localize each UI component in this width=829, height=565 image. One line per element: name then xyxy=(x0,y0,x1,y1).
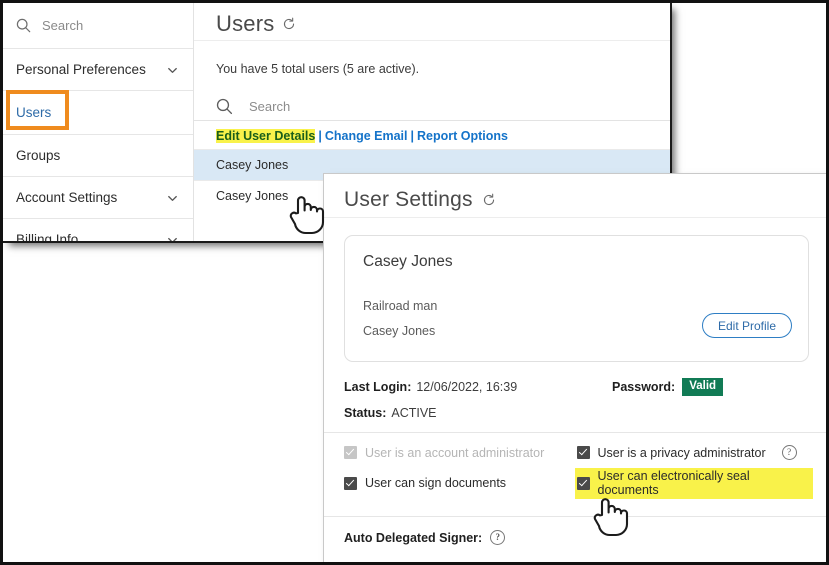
chevron-down-icon xyxy=(166,233,179,243)
screenshot-root: Search Personal Preferences Users Groups… xyxy=(0,0,829,565)
sidebar-search[interactable]: Search xyxy=(2,2,193,49)
help-circle-icon[interactable]: ? xyxy=(782,445,797,460)
chevron-down-icon xyxy=(166,191,179,204)
users-search-placeholder: Search xyxy=(249,99,290,114)
sidebar-item-groups[interactable]: Groups xyxy=(2,135,193,177)
permission-row: User can sign documents User can electro… xyxy=(344,469,809,497)
permission-account-administrator: User is an account administrator xyxy=(344,445,577,460)
sidebar-nav: Search Personal Preferences Users Groups… xyxy=(2,2,194,243)
checkbox-account-administrator xyxy=(344,446,357,459)
sidebar-item-label: Billing Info xyxy=(16,232,78,243)
checkbox-sign-documents[interactable] xyxy=(344,477,357,490)
permission-row: User is an account administrator User is… xyxy=(344,445,809,460)
permission-label: User is an account administrator xyxy=(365,446,544,460)
last-login-row: Last Login: 12/06/2022, 16:39 Password: … xyxy=(344,380,809,394)
permission-label: User can sign documents xyxy=(365,476,506,490)
chevron-down-icon xyxy=(166,63,179,76)
page-title: Users xyxy=(216,11,274,37)
status-label: Status: xyxy=(344,406,386,420)
user-settings-header: User Settings xyxy=(324,174,829,218)
search-icon xyxy=(216,98,233,115)
user-row-name: Casey Jones xyxy=(216,158,288,172)
permissions-block: User is an account administrator User is… xyxy=(324,432,829,516)
profile-role: Railroad man xyxy=(363,299,437,313)
toolbar-separator-1: | xyxy=(315,129,325,143)
password-group: Password: Valid xyxy=(612,378,723,396)
auto-delegated-signer-label: Auto Delegated Signer: xyxy=(344,531,482,545)
status-value: ACTIVE xyxy=(386,406,436,420)
sidebar-item-users[interactable]: Users xyxy=(2,91,193,135)
help-circle-icon[interactable]: ? xyxy=(490,530,505,545)
sidebar-item-billing-info[interactable]: Billing Info xyxy=(2,219,193,243)
sidebar-search-placeholder: Search xyxy=(42,18,83,33)
search-icon xyxy=(16,18,31,33)
user-meta-block: Last Login: 12/06/2022, 16:39 Password: … xyxy=(324,362,829,420)
sidebar-item-label: Groups xyxy=(16,148,60,163)
last-login-value: 12/06/2022, 16:39 xyxy=(411,380,517,394)
profile-subname: Casey Jones xyxy=(363,324,435,338)
permission-privacy-administrator[interactable]: User is a privacy administrator ? xyxy=(577,445,810,460)
sidebar-item-label: Account Settings xyxy=(16,190,117,205)
toolbar-separator-2: | xyxy=(408,129,418,143)
users-search-field[interactable]: Search xyxy=(194,76,670,120)
permission-label: User can electronically seal documents xyxy=(598,469,810,497)
user-settings-window: User Settings Casey Jones Railroad man C… xyxy=(323,173,829,565)
permission-sign-documents[interactable]: User can sign documents xyxy=(344,469,577,497)
users-action-toolbar: Edit User Details|Change Email|Report Op… xyxy=(194,120,670,149)
profile-card: Casey Jones Railroad man Casey Jones Edi… xyxy=(344,235,809,362)
change-email-link[interactable]: Change Email xyxy=(325,129,408,143)
status-row: Status: ACTIVE xyxy=(344,406,809,420)
edit-profile-button[interactable]: Edit Profile xyxy=(702,313,792,338)
last-login-label: Last Login: xyxy=(344,380,411,394)
report-options-link[interactable]: Report Options xyxy=(417,129,508,143)
users-page-header: Users xyxy=(194,2,670,41)
edit-user-details-link[interactable]: Edit User Details xyxy=(216,129,315,143)
permission-seal-documents[interactable]: User can electronically seal documents xyxy=(577,469,810,497)
user-row-name: Casey Jones xyxy=(216,189,288,203)
page-title: User Settings xyxy=(344,188,473,212)
refresh-icon[interactable] xyxy=(282,17,296,31)
auto-delegated-signer-row: Auto Delegated Signer: ? xyxy=(324,516,829,545)
sidebar-item-label: Personal Preferences xyxy=(16,62,146,77)
refresh-icon[interactable] xyxy=(482,193,496,207)
password-label: Password: xyxy=(612,380,675,394)
status-badge: Valid xyxy=(682,378,723,396)
profile-name: Casey Jones xyxy=(363,253,453,271)
sidebar-item-personal-preferences[interactable]: Personal Preferences xyxy=(2,49,193,91)
sidebar-item-label: Users xyxy=(16,105,51,120)
checkbox-seal-documents[interactable] xyxy=(577,477,590,490)
sidebar-item-account-settings[interactable]: Account Settings xyxy=(2,177,193,219)
permission-label: User is a privacy administrator xyxy=(598,446,766,460)
users-count-text: You have 5 total users (5 are active). xyxy=(194,41,670,76)
checkbox-privacy-administrator[interactable] xyxy=(577,446,590,459)
